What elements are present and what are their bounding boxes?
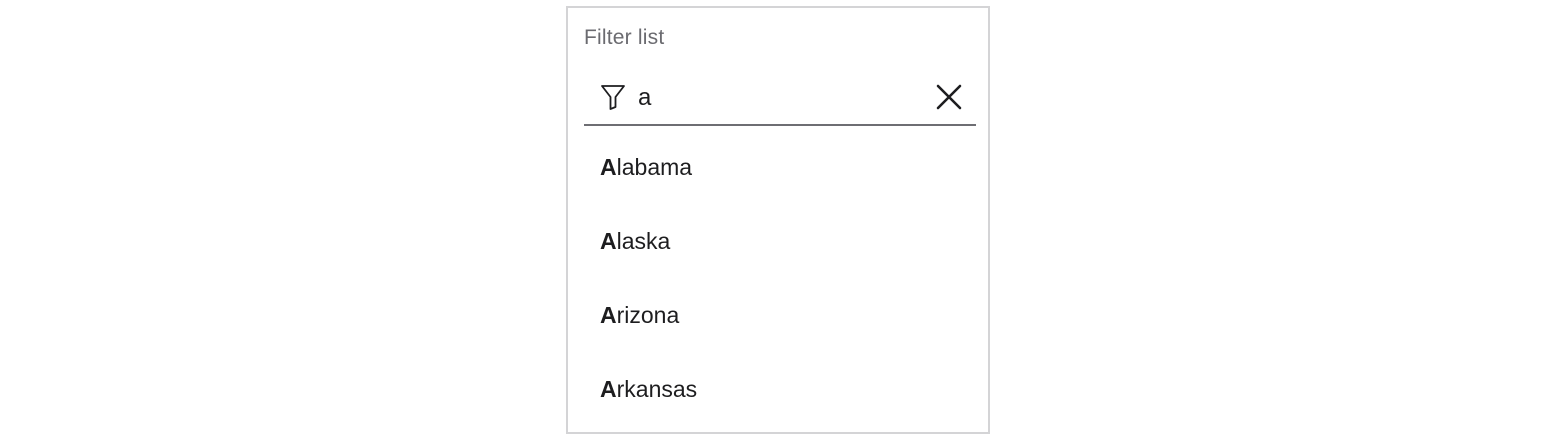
filtered-results-list: Alabama Alaska Arizona Arkansas xyxy=(568,130,988,426)
filter-search-input[interactable] xyxy=(638,78,918,118)
filter-search-box[interactable] xyxy=(584,72,976,126)
list-item-label: labama xyxy=(616,153,693,180)
list-item[interactable]: Arkansas xyxy=(568,352,988,426)
match-highlight: A xyxy=(600,227,617,254)
stage: Filter list Alabama Alaska Arizona xyxy=(0,0,1560,444)
match-highlight: A xyxy=(600,301,617,328)
list-item-label: laska xyxy=(616,227,671,254)
filter-list-panel: Filter list Alabama Alaska Arizona xyxy=(566,6,990,434)
list-item-label: rkansas xyxy=(616,375,698,402)
match-highlight: A xyxy=(600,375,617,402)
clear-filter-button[interactable] xyxy=(934,82,964,112)
match-highlight: A xyxy=(600,153,617,180)
list-item[interactable]: Arizona xyxy=(568,278,988,352)
list-item[interactable]: Alaska xyxy=(568,204,988,278)
close-icon xyxy=(936,84,962,110)
filter-list-label: Filter list xyxy=(584,26,665,49)
list-item[interactable]: Alabama xyxy=(568,130,988,204)
filter-icon xyxy=(601,85,625,110)
list-item-label: rizona xyxy=(616,301,680,328)
